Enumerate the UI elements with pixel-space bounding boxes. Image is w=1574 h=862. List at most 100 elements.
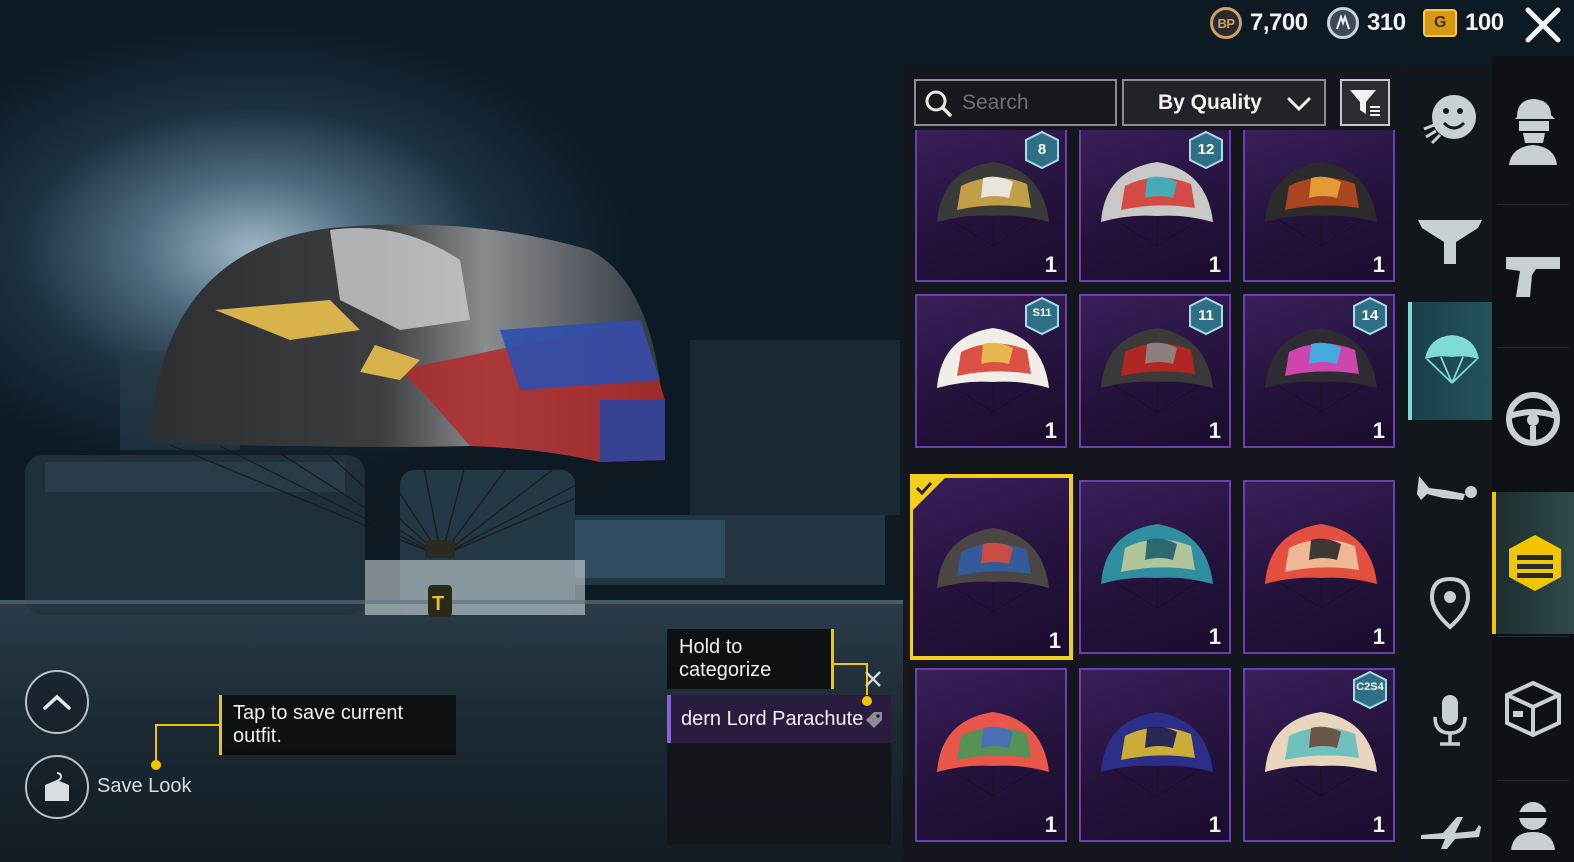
vehicle-category[interactable]	[1492, 348, 1574, 490]
item-name-panel: dern Lord Parachute	[667, 695, 891, 845]
item-quantity: 1	[1044, 418, 1057, 443]
special-category[interactable]	[1492, 492, 1574, 634]
uc-amount: 100	[1465, 9, 1504, 36]
tooltip-anchor-dot	[151, 760, 161, 770]
crate-icon	[1505, 680, 1561, 737]
filter-icon	[1350, 89, 1380, 116]
season-badge-label: 11	[1198, 307, 1214, 324]
season-badge: 8	[1023, 130, 1061, 170]
emote-icon	[1423, 95, 1476, 145]
item-quantity: 1	[1372, 624, 1385, 649]
search-input[interactable]	[962, 90, 1102, 115]
season-badge: 14	[1351, 296, 1389, 336]
expand-up-button[interactable]	[25, 670, 89, 734]
avatar-icon	[1511, 801, 1555, 850]
inventory-item[interactable]: 14 1	[1243, 294, 1395, 448]
inventory-item[interactable]: S11 1	[915, 294, 1067, 448]
season-badge-label: S11	[1032, 307, 1052, 319]
outfit-category[interactable]	[1492, 60, 1574, 202]
inventory-item[interactable]: 1	[1243, 130, 1395, 282]
chevron-up-icon	[43, 694, 71, 710]
inventory-grid[interactable]: 8 1 12 1 1 S11 1 11 1 14 1 1 1 1 1 1 C2S4 1	[910, 130, 1400, 862]
filter-button[interactable]	[1340, 79, 1390, 126]
inventory-item[interactable]: 12 1	[1079, 130, 1231, 282]
weapon-category[interactable]	[1492, 205, 1574, 345]
inventory-item[interactable]: 81	[915, 130, 1067, 282]
inventory-item[interactable]: 1	[1079, 480, 1231, 654]
item-quantity: 1	[1372, 812, 1385, 837]
categorize-tooltip: Hold to categorize	[667, 629, 832, 689]
equipped-check-icon	[911, 476, 947, 512]
item-quantity: 1	[1208, 624, 1221, 649]
ag-currency: 310	[1327, 6, 1406, 40]
save-look-label: Save Look	[97, 775, 192, 797]
prone-pose-category[interactable]	[1408, 440, 1492, 540]
season-badge: C2S4	[1351, 670, 1389, 710]
chevron-down-icon	[1287, 97, 1311, 112]
aircraft-category[interactable]	[1408, 800, 1492, 862]
item-quantity: 1	[1044, 252, 1057, 277]
inventory-item[interactable]: 1	[915, 668, 1067, 842]
search-field[interactable]	[914, 79, 1117, 126]
tag-icon[interactable]	[863, 709, 885, 731]
uc-coin-icon: G	[1423, 9, 1457, 37]
emote-category[interactable]	[1408, 68, 1492, 172]
location-category[interactable]	[1408, 555, 1492, 655]
inventory-item[interactable]: 1	[1243, 480, 1395, 654]
season-badge-label: 14	[1361, 307, 1379, 324]
uc-currency: G 100	[1423, 6, 1504, 40]
parachute-thumbnail	[937, 528, 1049, 613]
inventory-item[interactable]: C2S4 1	[1243, 668, 1395, 842]
categorize-tooltip-text: Hold to categorize	[679, 636, 772, 681]
bp-currency: BP 7,700	[1210, 6, 1308, 40]
stand-icon	[1418, 220, 1482, 264]
sort-dropdown[interactable]: By Quality	[1122, 79, 1326, 126]
map-pin-icon	[1429, 577, 1471, 630]
parachute-thumbnail	[1265, 712, 1377, 797]
voice-category[interactable]	[1408, 670, 1492, 770]
save-outfit-tooltip: Tap to save current outfit.	[221, 695, 456, 755]
item-name: dern Lord Parachute	[681, 707, 864, 730]
sort-label: By Quality	[1158, 90, 1262, 114]
airplane-icon	[1421, 817, 1481, 849]
steering-wheel-icon	[1506, 392, 1560, 446]
tooltip-connector	[831, 629, 834, 689]
inventory-item-selected[interactable]: 1	[910, 474, 1073, 660]
season-badge: 11	[1187, 296, 1225, 336]
item-quantity: 1	[1208, 812, 1221, 837]
item-quantity: 1	[1208, 418, 1221, 443]
close-tooltip-icon[interactable]	[862, 668, 884, 690]
parachute-thumbnail	[1265, 162, 1377, 247]
svg-text:T: T	[432, 593, 444, 615]
tooltip-connector	[833, 663, 868, 665]
item-quantity: 1	[1044, 812, 1057, 837]
ag-coin-icon	[1327, 7, 1359, 39]
item-quantity: 1	[1048, 628, 1061, 653]
inventory-item[interactable]: 1	[1079, 668, 1231, 842]
crate-category[interactable]	[1492, 637, 1574, 779]
avatar-category[interactable]	[1492, 781, 1574, 862]
tooltip-anchor-dot	[862, 696, 872, 706]
inventory-item[interactable]: 11 1	[1079, 294, 1231, 448]
character-icon	[1509, 99, 1557, 165]
close-icon[interactable]	[1520, 2, 1566, 48]
item-quantity: 1	[1372, 418, 1385, 443]
ag-amount: 310	[1367, 9, 1406, 36]
parachute-stand-category[interactable]	[1408, 185, 1492, 295]
item-name-bar[interactable]: dern Lord Parachute	[667, 695, 891, 743]
microphone-icon	[1433, 695, 1467, 746]
parachute-thumbnail	[1101, 524, 1213, 609]
parachute-thumbnail	[937, 712, 1049, 797]
season-badge-label: C2S4	[1356, 681, 1384, 693]
season-badge-label: 12	[1197, 141, 1215, 158]
tooltip-connector	[156, 724, 220, 726]
save-look-button[interactable]	[25, 755, 89, 819]
item-quantity: 1	[1372, 252, 1385, 277]
save-outfit-tooltip-text: Tap to save current outfit.	[233, 702, 404, 747]
shield-badge-icon	[1509, 535, 1561, 591]
season-badge-label: 8	[1037, 141, 1047, 158]
parachute-thumbnail	[1101, 712, 1213, 797]
season-badge: S11	[1023, 296, 1061, 336]
hanger-shirt-icon	[45, 772, 69, 801]
parachute-category[interactable]	[1408, 302, 1492, 420]
